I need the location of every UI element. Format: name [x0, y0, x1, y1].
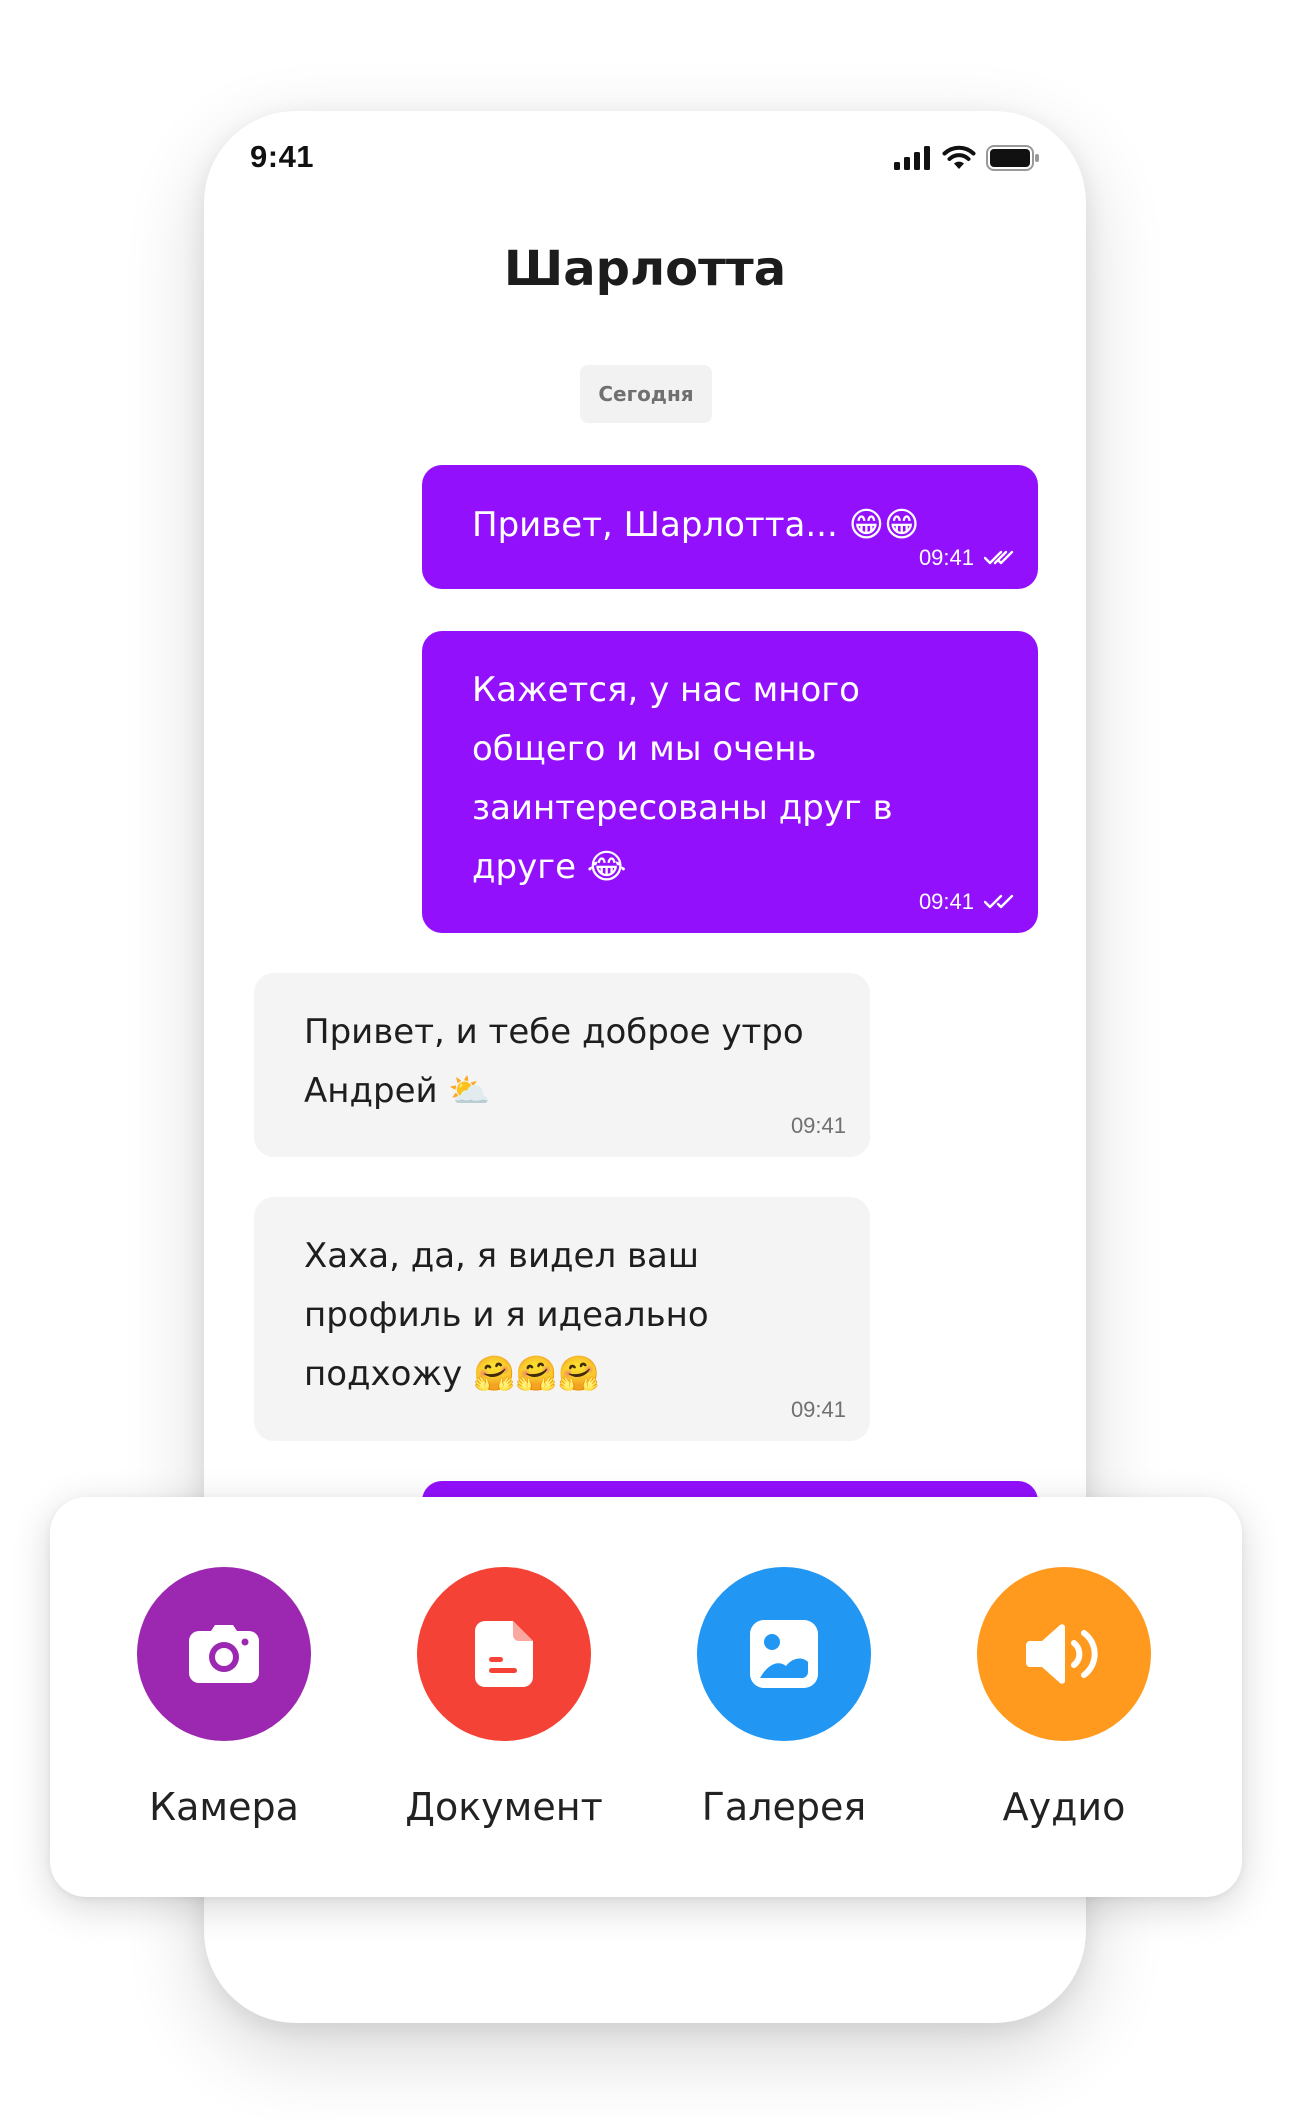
message-time: 09:41 — [918, 889, 974, 914]
message-meta: 09:41 — [791, 1399, 846, 1421]
signal-icon — [894, 146, 930, 170]
message-bubble-outgoing[interactable]: Кажется, у нас много общего и мы очень з… — [422, 631, 1038, 933]
message-bubble-incoming[interactable]: Хаха, да, я видел ваш профиль и я идеаль… — [254, 1197, 870, 1441]
attach-document-label: Документ — [405, 1785, 603, 1829]
attach-camera-label: Камера — [149, 1785, 299, 1829]
message-meta: 09:41 — [919, 891, 1014, 913]
date-separator: Сегодня — [580, 365, 712, 423]
attach-gallery-label: Галерея — [701, 1785, 867, 1829]
attach-audio-button[interactable]: Аудио — [924, 1567, 1204, 1847]
camera-icon — [189, 1625, 259, 1683]
message-text: Хаха, да, я видел ваш профиль и я идеаль… — [304, 1236, 709, 1394]
attach-gallery-button[interactable]: Галерея — [644, 1567, 924, 1847]
message-time: 09:41 — [790, 1397, 846, 1422]
attachment-panel: Камера Документ Галерея Аудио — [50, 1497, 1242, 1897]
document-icon — [475, 1621, 533, 1687]
status-bar: 9:41 — [204, 111, 1086, 211]
message-bubble-outgoing[interactable]: Привет, Шарлотта... 😁😁 09:41 — [422, 465, 1038, 589]
wifi-icon — [942, 145, 976, 169]
double-check-icon — [984, 894, 1014, 909]
message-meta: 09:41 — [791, 1115, 846, 1137]
chat-title: Шарлотта — [503, 241, 787, 297]
message-text: Привет, и тебе доброе утро Андрей ⛅ — [304, 1012, 804, 1111]
message-text: Привет, Шарлотта... 😁😁 — [472, 505, 920, 545]
attach-document-button[interactable]: Документ — [364, 1567, 644, 1847]
status-time: 9:41 — [250, 139, 315, 174]
attach-document-circle[interactable] — [417, 1567, 591, 1741]
attach-camera-circle[interactable] — [137, 1567, 311, 1741]
message-meta: 09:41 — [919, 547, 1014, 569]
attach-audio-circle[interactable] — [977, 1567, 1151, 1741]
attach-audio-label: Аудио — [1002, 1785, 1126, 1829]
attach-camera-button[interactable]: Камера — [84, 1567, 364, 1847]
attach-gallery-circle[interactable] — [697, 1567, 871, 1741]
gallery-icon — [750, 1620, 818, 1688]
message-text: Кажется, у нас много общего и мы очень з… — [472, 670, 893, 887]
double-check-icon — [984, 550, 1014, 565]
status-icons — [894, 145, 1040, 171]
audio-icon — [1026, 1624, 1098, 1684]
message-time: 09:41 — [790, 1113, 846, 1138]
message-time: 09:41 — [918, 545, 974, 570]
battery-icon — [986, 145, 1039, 171]
message-bubble-incoming[interactable]: Привет, и тебе доброе утро Андрей ⛅ 09:4… — [254, 973, 870, 1157]
